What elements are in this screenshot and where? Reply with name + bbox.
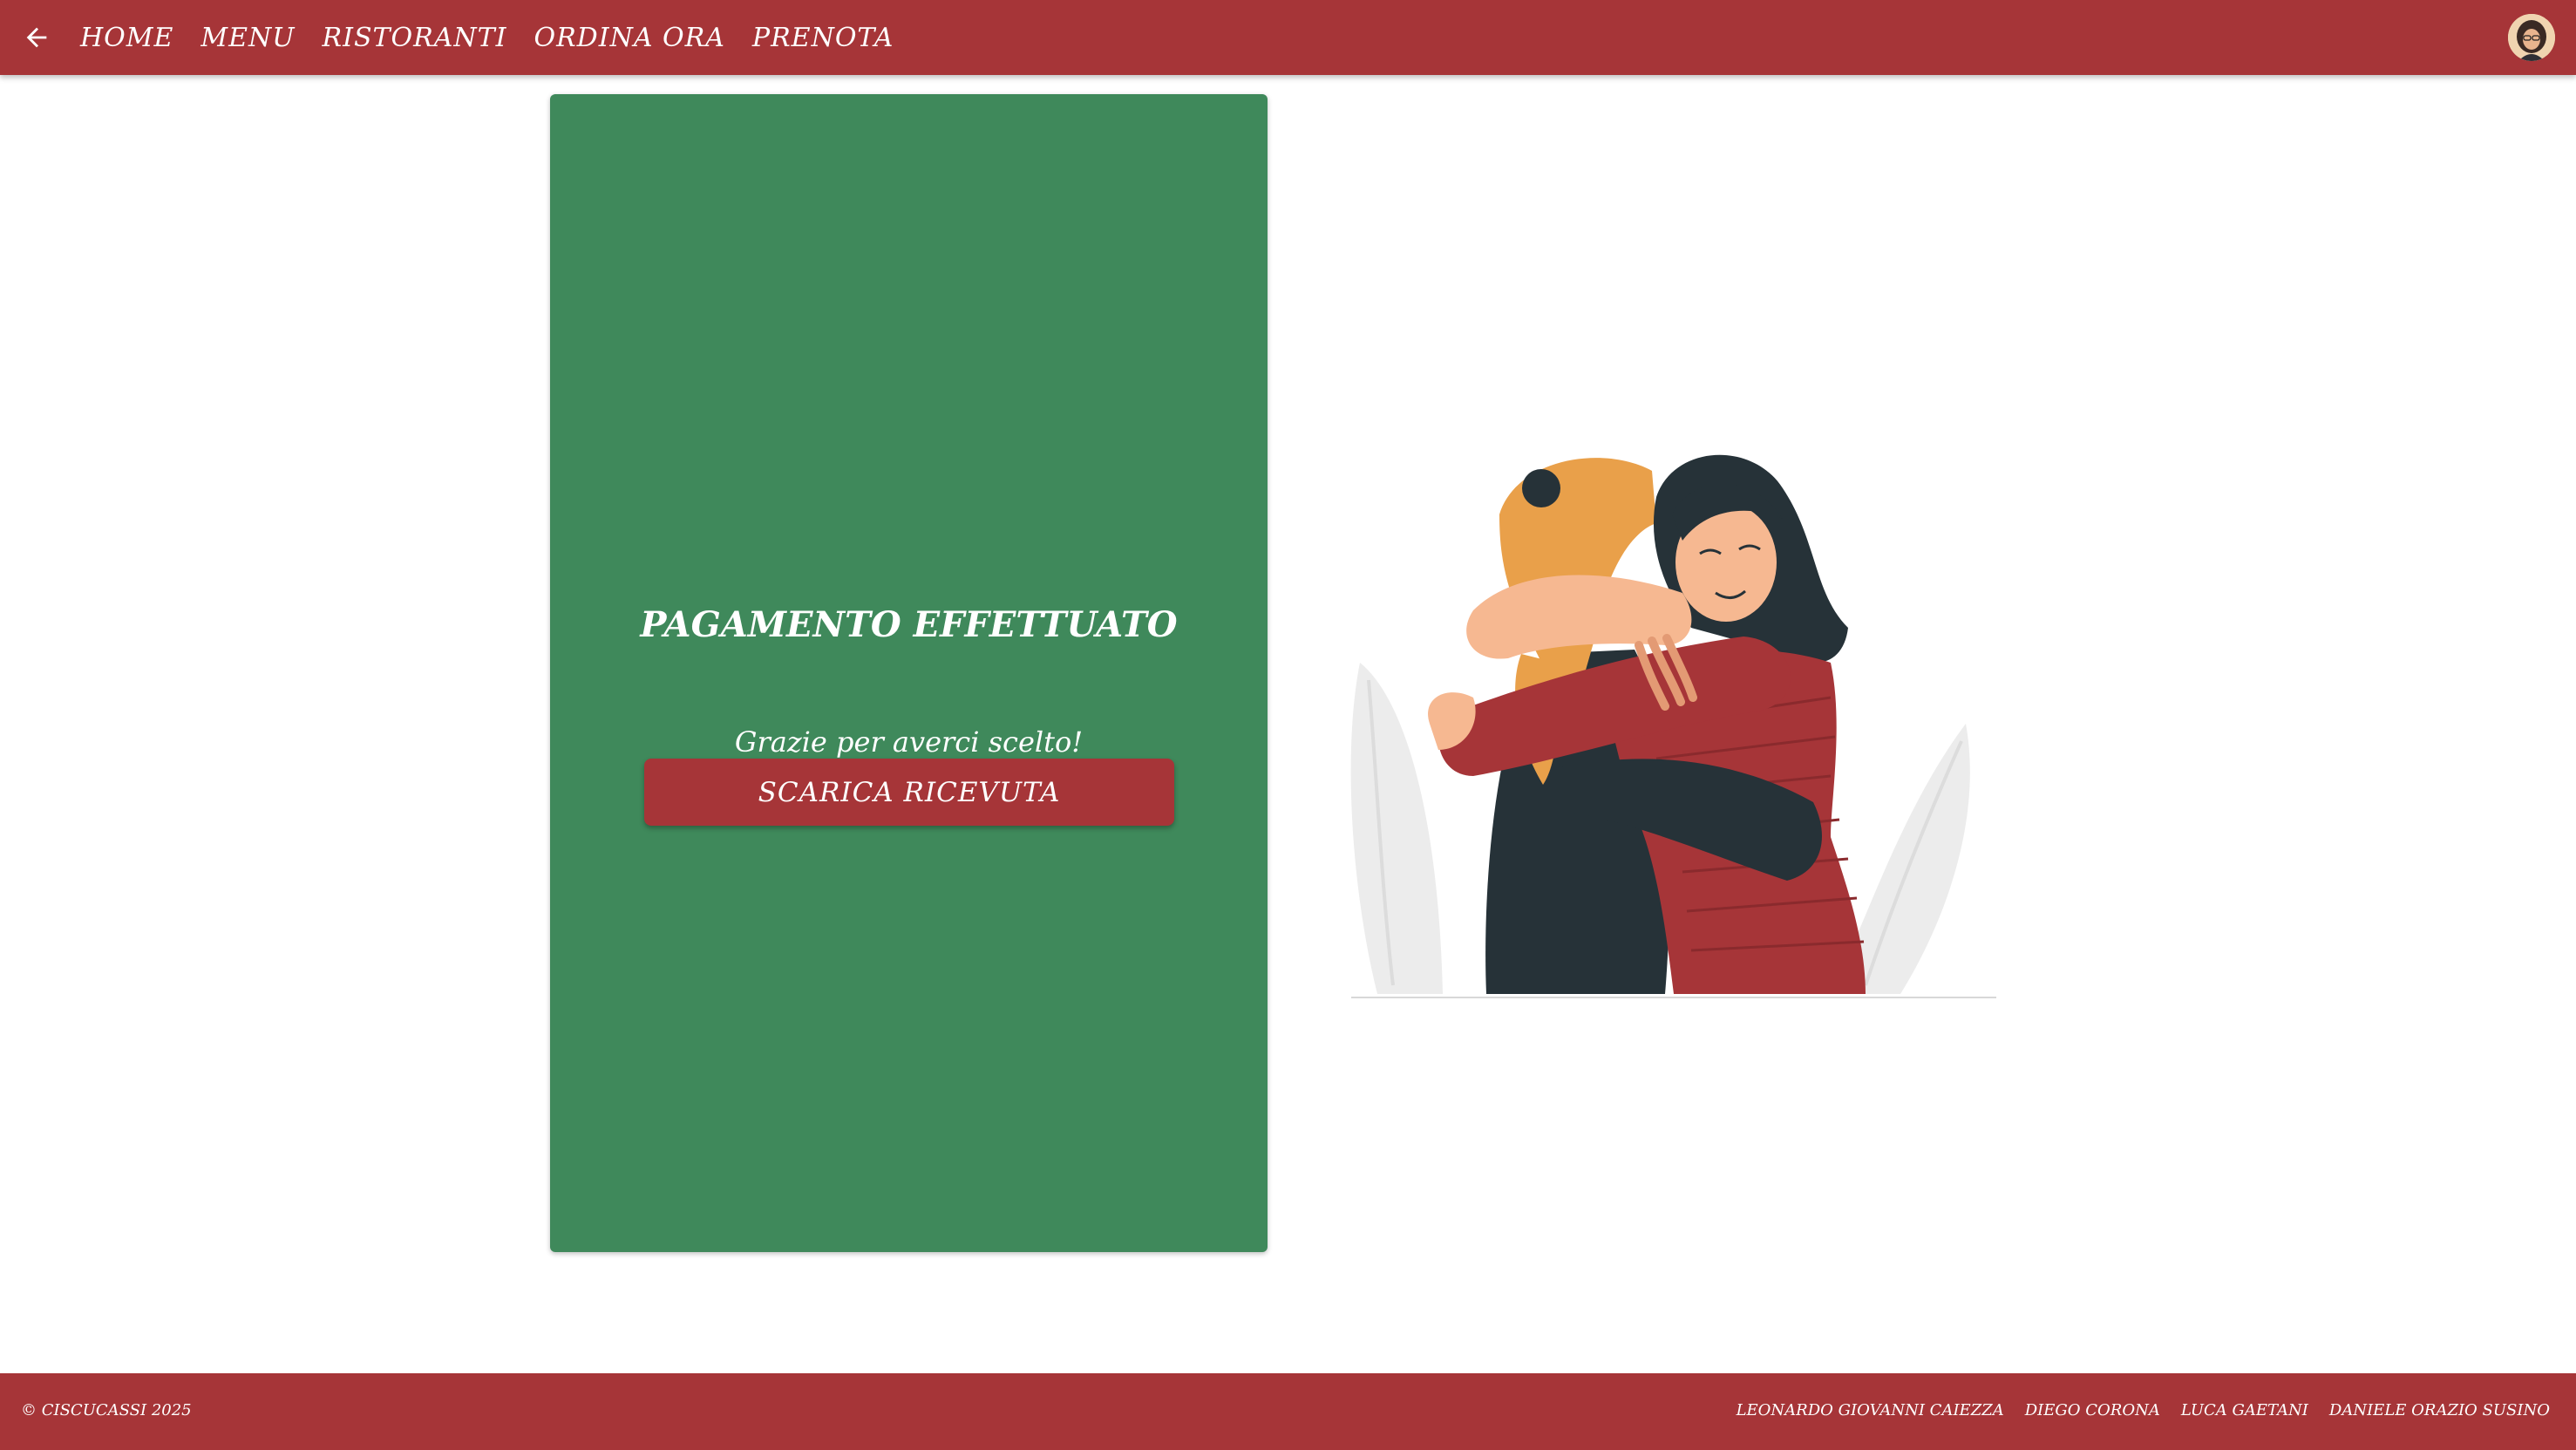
main-nav: HOME MENU RISTORANTI ORDINA ORA PRENOTA (80, 0, 921, 75)
download-receipt-button[interactable]: SCARICA RICEVUTA (644, 759, 1174, 826)
nav-menu[interactable]: MENU (201, 23, 295, 53)
user-avatar[interactable] (2508, 14, 2555, 61)
top-navbar: HOME MENU RISTORANTI ORDINA ORA PRENOTA (0, 0, 2576, 75)
authors-list: LEONARDO GIOVANNI CAIEZZA DIEGO CORONA L… (1716, 1401, 2550, 1419)
copyright-text: © CISCUCASSI 2025 (21, 1401, 192, 1419)
hug-illustration (1342, 436, 2005, 1003)
author-link[interactable]: LUCA GAETANI (2181, 1401, 2308, 1419)
back-button[interactable] (17, 18, 56, 57)
author-link[interactable]: DANIELE ORAZIO SUSINO (2329, 1401, 2550, 1419)
avatar-icon (2508, 14, 2555, 61)
thank-you-message: Grazie per averci scelto! (734, 725, 1084, 759)
nav-ordina-ora[interactable]: ORDINA ORA (534, 23, 725, 53)
author-link[interactable]: DIEGO CORONA (2025, 1401, 2160, 1419)
nav-prenota[interactable]: PRENOTA (752, 23, 894, 53)
page-title: PAGAMENTO EFFETTUATO (640, 604, 1178, 645)
arrow-left-icon (26, 27, 47, 48)
author-link[interactable]: LEONARDO GIOVANNI CAIEZZA (1737, 1401, 2004, 1419)
payment-confirmation-card: PAGAMENTO EFFETTUATO Grazie per averci s… (550, 94, 1268, 1252)
footer: © CISCUCASSI 2025 LEONARDO GIOVANNI CAIE… (0, 1373, 2576, 1450)
nav-home[interactable]: HOME (80, 23, 173, 53)
nav-ristoranti[interactable]: RISTORANTI (323, 23, 507, 53)
